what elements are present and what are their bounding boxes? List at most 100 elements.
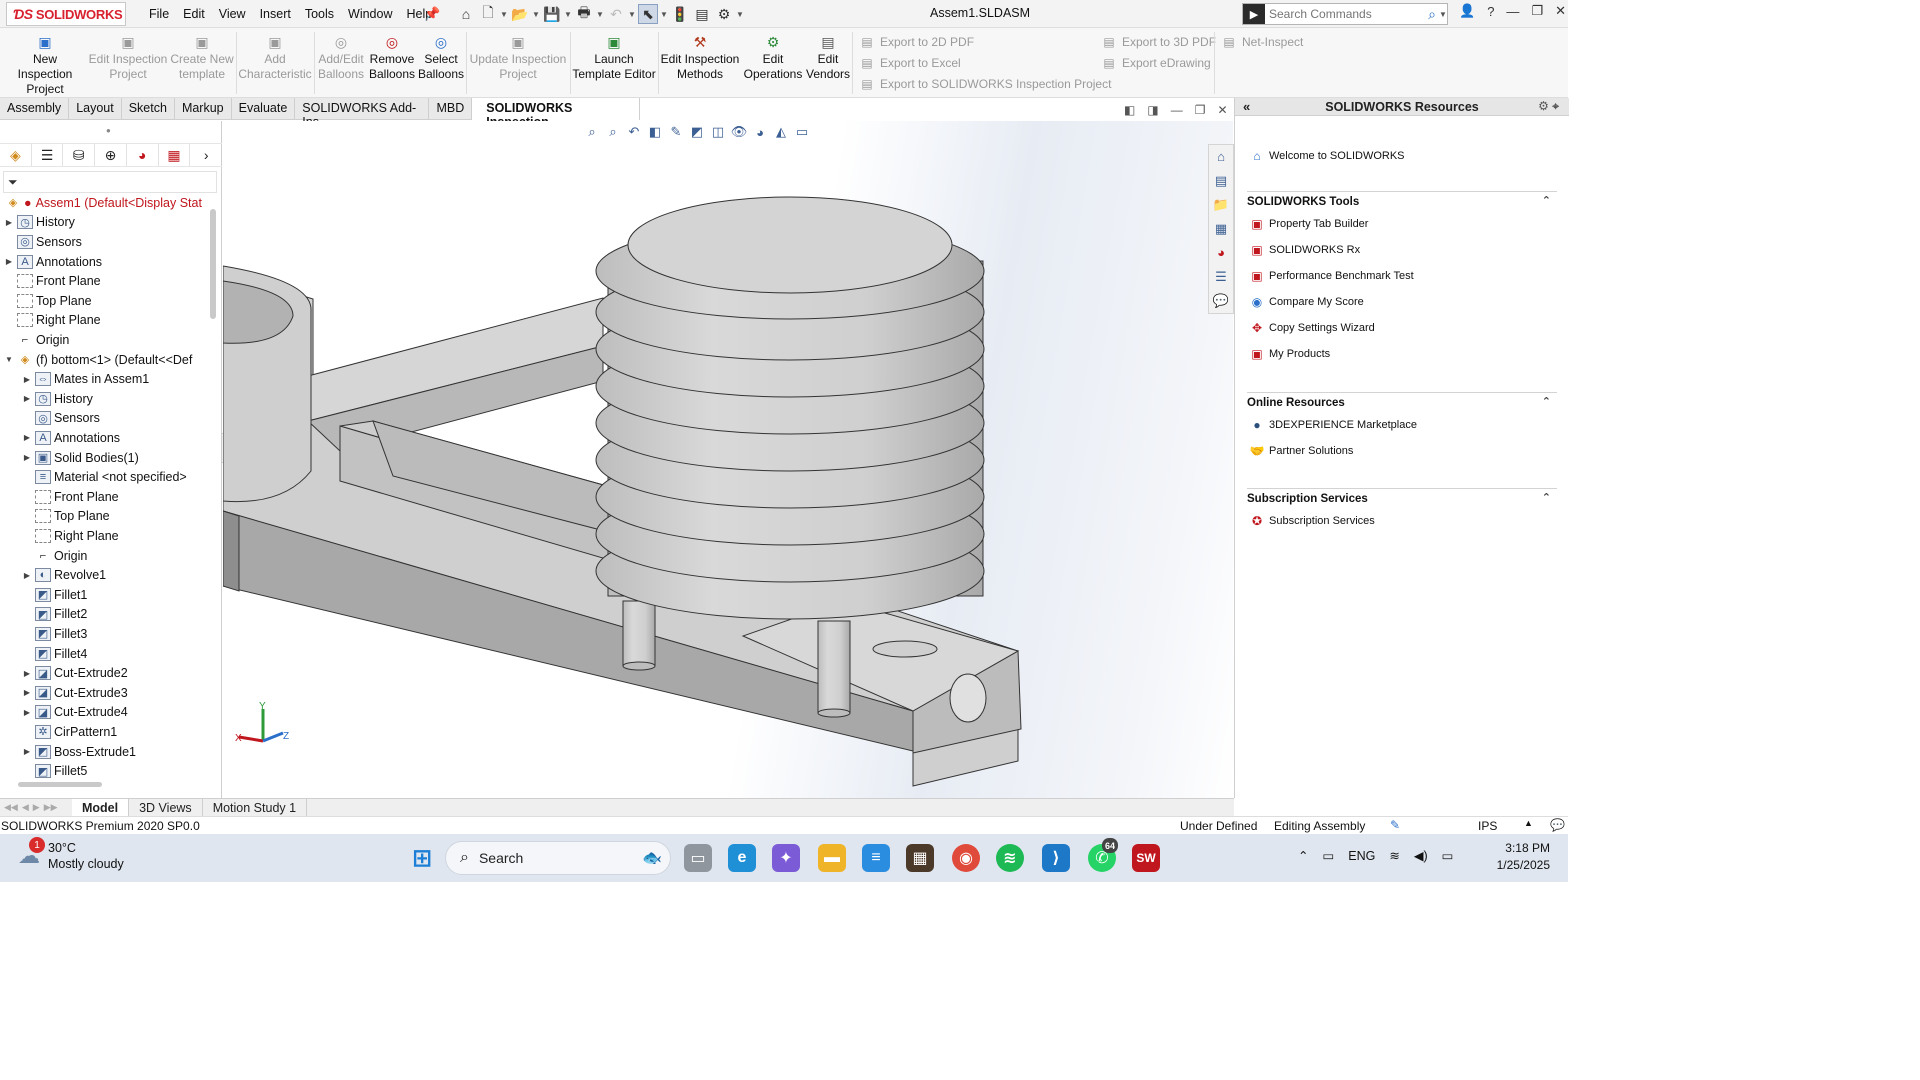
- chevron-up-icon[interactable]: ⌃: [1542, 395, 1551, 408]
- update-inspection-project-button[interactable]: ▣ Update Inspection Project: [468, 34, 568, 82]
- file-properties-icon[interactable]: ▤: [692, 4, 712, 24]
- chevron-up-icon[interactable]: ⌃: [1298, 848, 1308, 863]
- tree-item[interactable]: ▶ A Annotations: [4, 252, 102, 272]
- tab-assembly[interactable]: Assembly: [0, 98, 70, 120]
- chevron-down-icon[interactable]: ▼: [1439, 10, 1447, 19]
- edit-inspection-project-button[interactable]: ▣ Edit Inspection Project: [88, 34, 168, 82]
- export-inspection-project-button[interactable]: ▤ Export to SOLIDWORKS Inspection Project: [860, 77, 1111, 91]
- taskbar-search[interactable]: ⌕ Search 🐟: [445, 841, 671, 875]
- tree-item[interactable]: ▼ ◈ (f) bottom<1> (Default<<Def: [4, 350, 192, 370]
- tab-scroll-arrows[interactable]: ◀◀ ◀ ▶ ▶▶: [0, 800, 72, 816]
- tree-item[interactable]: Front Plane: [4, 271, 101, 291]
- section-subscription-services[interactable]: Subscription Services ⌃: [1247, 488, 1557, 508]
- tab-evaluate[interactable]: Evaluate: [232, 98, 296, 120]
- edge-browser-icon[interactable]: e: [728, 844, 756, 872]
- last-arrow-icon[interactable]: ▶▶: [44, 802, 58, 813]
- tab-layout[interactable]: Layout: [69, 98, 122, 120]
- menu-edit[interactable]: Edit: [176, 7, 212, 21]
- export-excel-button[interactable]: ▤ Export to Excel: [860, 56, 960, 70]
- tree-item[interactable]: ⌐ Origin: [22, 546, 88, 566]
- tab-mbd[interactable]: MBD: [429, 98, 473, 120]
- custom-properties-icon[interactable]: ☰: [1215, 269, 1227, 289]
- tree-item[interactable]: ◩ Fillet1: [22, 585, 87, 605]
- minimize-icon[interactable]: —: [1171, 103, 1183, 117]
- export-2d-pdf-button[interactable]: ▤ Export to 2D PDF: [860, 35, 974, 49]
- view-palette-icon[interactable]: ▦: [1215, 221, 1227, 241]
- property-manager-icon[interactable]: ☰: [32, 144, 64, 166]
- help-balloon-icon[interactable]: 💬: [1550, 818, 1565, 832]
- tree-item[interactable]: Front Plane: [22, 487, 119, 507]
- subscription-services-link[interactable]: ✪ Subscription Services: [1249, 513, 1375, 529]
- tree-item[interactable]: ✲ CirPattern1: [22, 722, 117, 742]
- calendar-app-icon[interactable]: ▦: [906, 844, 934, 872]
- weather-widget[interactable]: ☁ 1 30°C Mostly cloudy: [18, 837, 124, 872]
- windows-start-icon[interactable]: ⊞: [408, 844, 436, 872]
- edit-operations-button[interactable]: ⚙ Edit Operations: [742, 34, 804, 82]
- tree-filter[interactable]: ⏷: [3, 171, 217, 193]
- tree-item[interactable]: Top Plane: [4, 291, 92, 311]
- chevron-right-icon[interactable]: ▶: [4, 257, 14, 266]
- edit-vendors-button[interactable]: ▤ Edit Vendors: [806, 34, 850, 82]
- chevron-down-icon[interactable]: ▼: [628, 10, 636, 19]
- tree-item[interactable]: ▶ ◩ Boss-Extrude1: [22, 742, 136, 762]
- vscode-icon[interactable]: ⟩: [1042, 844, 1070, 872]
- tree-root-assembly[interactable]: ◈ ● Assem1 (Default<Display Stat: [2, 193, 202, 213]
- new-document-icon[interactable]: 🗋: [478, 4, 498, 24]
- chevron-right-icon[interactable]: ▶: [4, 218, 14, 227]
- spotify-icon[interactable]: ≋: [996, 844, 1024, 872]
- close-icon[interactable]: ✕: [1551, 3, 1570, 19]
- tile-right-icon[interactable]: ◨: [1147, 103, 1158, 117]
- tree-item[interactable]: ▶ ◐ Revolve1: [22, 565, 106, 585]
- battery-icon[interactable]: ▭: [1442, 848, 1454, 863]
- chevron-right-icon[interactable]: ▶: [22, 688, 32, 697]
- next-arrow-icon[interactable]: ▶: [33, 802, 40, 813]
- search-commands-input[interactable]: [1265, 7, 1426, 21]
- tab-sketch[interactable]: Sketch: [122, 98, 175, 120]
- solidworks-taskbar-icon[interactable]: SW: [1132, 844, 1160, 872]
- tree-item[interactable]: Top Plane: [22, 507, 110, 527]
- copy-settings-wizard-link[interactable]: ✥ Copy Settings Wizard: [1249, 320, 1375, 336]
- task-view-icon[interactable]: ▭: [684, 844, 712, 872]
- chevron-right-icon[interactable]: ▶: [22, 571, 32, 580]
- chevron-right-icon[interactable]: ▶: [22, 394, 32, 403]
- chevron-down-icon[interactable]: ▼: [564, 10, 572, 19]
- section-online-resources[interactable]: Online Resources ⌃: [1247, 392, 1557, 412]
- chevron-right-icon[interactable]: ▶: [22, 669, 32, 678]
- net-inspect-button[interactable]: ▤ Net-Inspect: [1222, 35, 1303, 49]
- menu-window[interactable]: Window: [341, 7, 399, 21]
- settings-pin-icon[interactable]: ⚙ ⌖: [1538, 99, 1559, 114]
- prev-arrow-icon[interactable]: ◀: [22, 802, 29, 813]
- export-edrawing-button[interactable]: ▤ Export eDrawing: [1102, 56, 1210, 70]
- chevron-right-icon[interactable]: ›: [190, 144, 222, 166]
- tree-item[interactable]: ◩ Fillet3: [22, 624, 87, 644]
- help-icon[interactable]: ?: [1483, 4, 1498, 19]
- add-characteristic-button[interactable]: ▣ Add Characteristic: [238, 34, 312, 82]
- taskbar-clock[interactable]: 3:18 PM 1/25/2025: [1486, 840, 1550, 874]
- print-icon[interactable]: 🖶: [574, 4, 594, 24]
- tile-left-icon[interactable]: ◧: [1124, 103, 1135, 117]
- whatsapp-icon[interactable]: ✆ 64: [1088, 838, 1119, 872]
- chrome-icon[interactable]: ◉: [952, 844, 980, 872]
- inspection-manager-icon[interactable]: ▦: [159, 144, 191, 166]
- open-folder-icon[interactable]: 📂: [510, 4, 530, 24]
- tree-item[interactable]: ▶ ⇔ Mates in Assem1: [22, 369, 149, 389]
- search-icon[interactable]: ⌕: [1425, 6, 1439, 23]
- minimize-icon[interactable]: —: [1502, 4, 1523, 19]
- chevron-up-icon[interactable]: ⌃: [1542, 491, 1551, 504]
- tree-item[interactable]: ◎ Sensors: [4, 232, 82, 252]
- tree-item[interactable]: ▶ A Annotations: [22, 428, 120, 448]
- tree-item[interactable]: ◩ Fillet5: [22, 761, 87, 781]
- create-new-template-button[interactable]: ▣ Create New template: [170, 34, 234, 82]
- solidworks-logo[interactable]: ƊS SOLIDWORKS: [6, 2, 126, 26]
- chevron-right-icon[interactable]: ▶: [22, 453, 32, 462]
- 3dexperience-marketplace-link[interactable]: ● 3DEXPERIENCE Marketplace: [1249, 417, 1417, 433]
- chevron-down-icon[interactable]: ▼: [660, 10, 668, 19]
- menu-insert[interactable]: Insert: [253, 7, 298, 21]
- search-commands-box[interactable]: ▶ ⌕▼: [1242, 3, 1448, 25]
- edit-inspection-methods-button[interactable]: ⚒ Edit Inspection Methods: [660, 34, 740, 82]
- options-gear-icon[interactable]: ⚙: [714, 4, 734, 24]
- chevron-right-icon[interactable]: ▶: [22, 433, 32, 442]
- tree-item[interactable]: ◩ Fillet4: [22, 644, 87, 664]
- property-tab-builder-link[interactable]: ▣ Property Tab Builder: [1249, 216, 1368, 232]
- chevron-right-icon[interactable]: ▶: [22, 708, 32, 717]
